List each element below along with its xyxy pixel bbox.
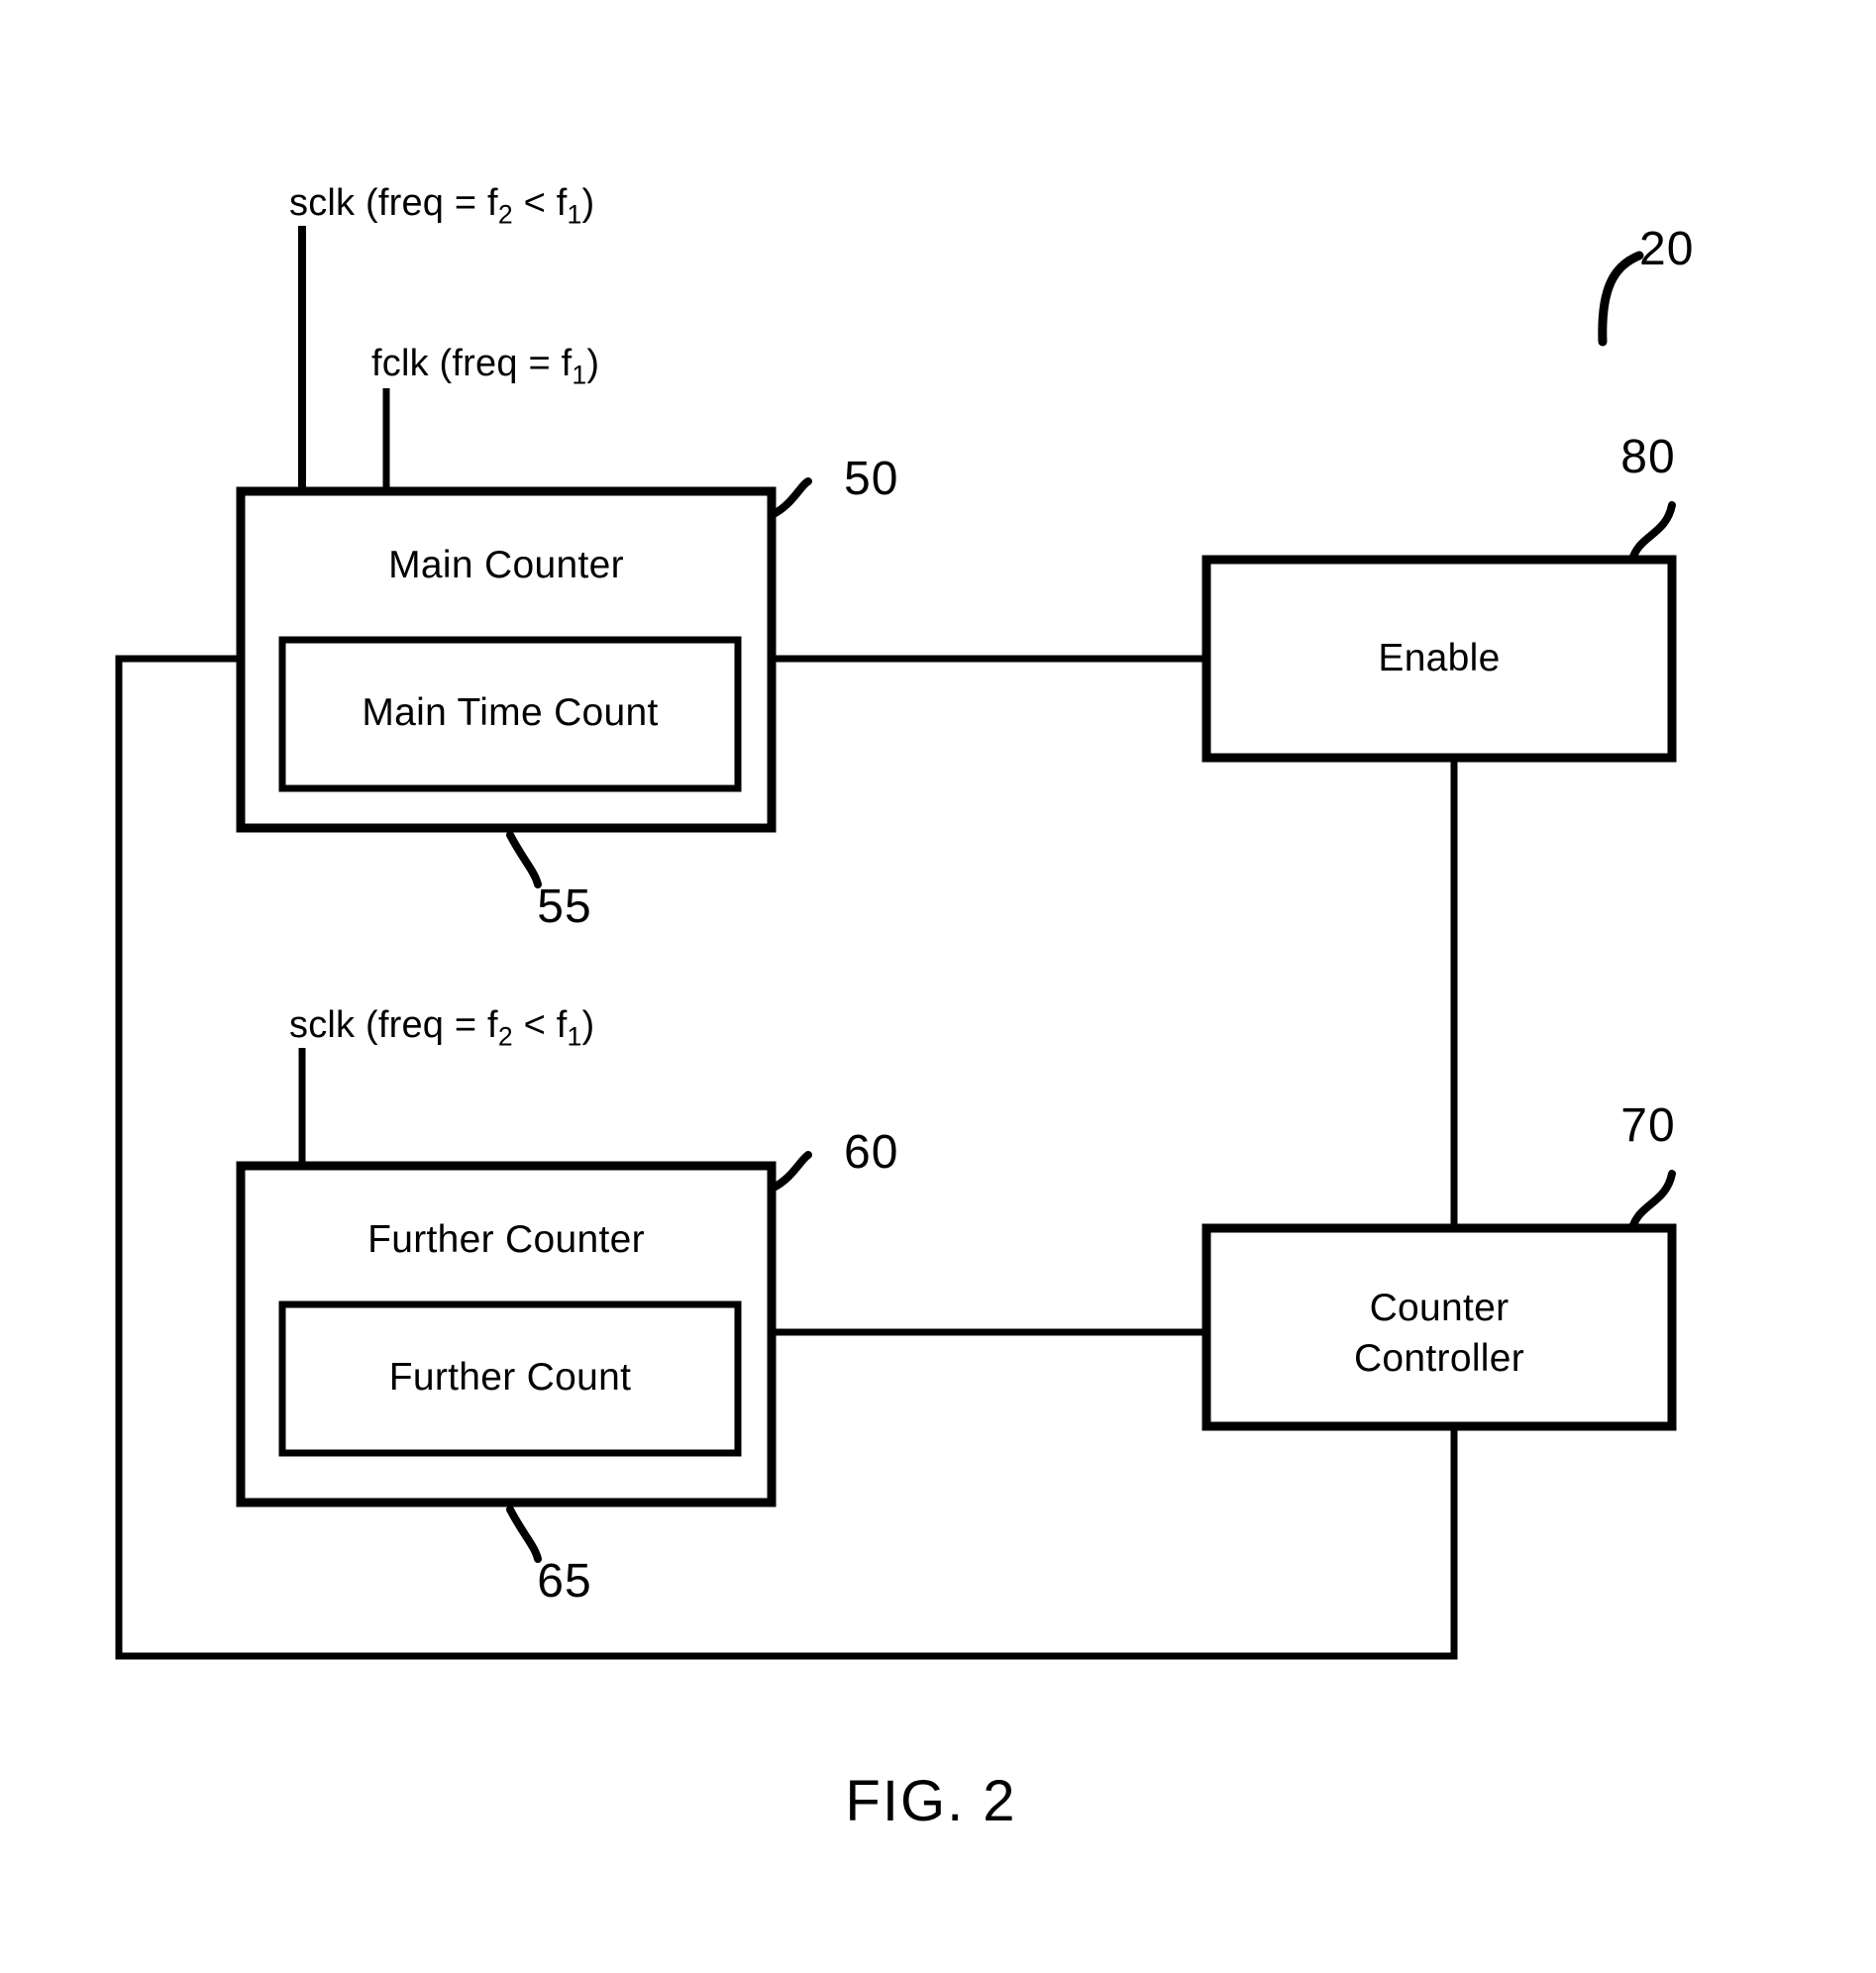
ref-number-50: 50 [844,453,899,505]
ref-leader-60 [768,1151,812,1193]
further-sclk-sub-1: 1 [567,1021,582,1052]
ref-number-70: 70 [1620,1099,1676,1152]
ref-leader-80 [1628,501,1676,564]
main-sclk-label: sclk (freq = f2 < f1) [289,184,594,228]
main-sclk-suffix: ) [581,182,595,224]
ref-leader-20 [1598,251,1644,347]
further-sclk-prefix: sclk (freq = f [289,1004,498,1046]
ref-number-55: 55 [537,881,592,933]
diagram-linework [115,226,1677,1660]
counter-controller-title-line2: Controller [1353,1336,1525,1380]
figure-caption: FIG. 2 [845,1769,1017,1833]
counter-controller-title-line1: Counter [1369,1287,1510,1329]
ref-leader-65 [506,1506,542,1563]
ref-leader-70 [1628,1170,1676,1232]
further-count-title: Further Count [388,1356,632,1399]
ref-leader-50 [768,477,812,519]
main-sclk-sub-2: 2 [497,199,513,230]
main-counter-box [236,486,777,833]
ref-number-65: 65 [537,1555,592,1608]
main-sclk-sub-1: 1 [567,199,582,230]
enable-title: Enable [1378,637,1501,679]
ref-leader-55 [506,831,542,888]
ref-number-20: 20 [1639,223,1695,275]
further-sclk-mid: < f [512,1004,568,1046]
further-counter-title: Further Counter [367,1218,645,1261]
counter-controller-title: Counter Controller [1354,1284,1524,1384]
patent-figure-2: sclk (freq = f2 < f1) fclk (freq = f1) s… [0,0,1876,1973]
ref-number-80: 80 [1620,431,1676,483]
main-sclk-prefix: sclk (freq = f [289,182,498,224]
main-fclk-label: fclk (freq = f1) [371,345,599,388]
further-sclk-label: sclk (freq = f2 < f1) [289,1006,594,1050]
ref-number-60: 60 [844,1126,899,1179]
main-fclk-suffix: ) [586,343,600,384]
main-counter-title: Main Counter [388,544,624,586]
main-sclk-mid: < f [512,182,568,224]
main-fclk-prefix: fclk (freq = f [371,343,573,384]
further-sclk-sub-2: 2 [497,1021,513,1052]
main-time-count-title: Main Time Count [362,691,659,734]
further-sclk-suffix: ) [581,1004,595,1046]
main-fclk-sub-1: 1 [572,360,587,390]
